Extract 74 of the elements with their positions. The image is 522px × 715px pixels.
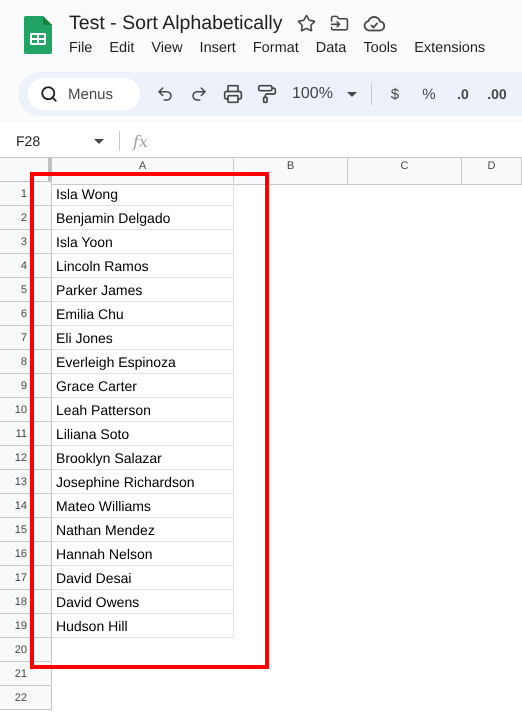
table-cell: Mateo Williams — [52, 494, 234, 518]
redo-icon — [190, 85, 208, 103]
menu-search-field[interactable]: Menus — [28, 78, 140, 110]
menu-item[interactable]: Extensions — [414, 40, 502, 56]
row-header[interactable]: 2 — [0, 206, 52, 230]
menu-item[interactable]: Data — [316, 40, 364, 56]
star-icon[interactable] — [296, 14, 316, 33]
increase-decimals-button[interactable]: .00 — [480, 78, 514, 110]
menu-item[interactable]: Insert — [200, 40, 253, 56]
column-header[interactable]: C — [348, 158, 462, 185]
caret-icon — [346, 92, 357, 96]
row-header[interactable]: 19 — [0, 614, 52, 638]
table-cell: Brooklyn Salazar — [52, 446, 234, 470]
table-cell: Isla Wong — [52, 182, 234, 206]
sheets-logo-icon[interactable] — [24, 16, 52, 54]
table-cell: Emilia Chu — [52, 302, 234, 326]
table-cell: Nathan Mendez — [52, 518, 234, 542]
row-header[interactable]: 17 — [0, 566, 52, 590]
table-cell: Parker James — [52, 278, 234, 302]
column-header[interactable]: B — [234, 158, 348, 185]
table-cell: David Owens — [52, 590, 234, 614]
row-header[interactable]: 12 — [0, 446, 52, 470]
row-header[interactable]: 16 — [0, 542, 52, 566]
row-header[interactable]: 11 — [0, 422, 52, 446]
row-header[interactable]: 8 — [0, 350, 52, 374]
menu-item[interactable]: View — [151, 40, 200, 56]
zoom-dropdown[interactable]: 100% — [284, 78, 365, 110]
menu-item[interactable]: Format — [252, 40, 316, 56]
paint-roller-icon — [257, 84, 277, 104]
table-cell: Benjamin Delgado — [52, 206, 234, 230]
menu-item[interactable]: Edit — [109, 40, 152, 56]
document-title[interactable]: Test - Sort Alphabetically — [69, 12, 283, 35]
row-header[interactable]: 13 — [0, 470, 52, 494]
undo-icon — [156, 85, 174, 103]
folder-icon[interactable] — [330, 14, 349, 33]
row-header[interactable]: 15 — [0, 518, 52, 542]
row-header[interactable]: 1 — [0, 182, 52, 206]
row-header[interactable]: 7 — [0, 326, 52, 350]
cell-reference: F28 — [16, 133, 40, 149]
table-cell: Josephine Richardson — [52, 470, 234, 494]
menu-item[interactable]: Tools — [363, 40, 414, 56]
table-cell: Hannah Nelson — [52, 542, 234, 566]
row-header[interactable]: 9 — [0, 374, 52, 398]
search-icon — [40, 85, 58, 103]
row-header[interactable]: 22 — [0, 686, 52, 710]
table-cell: Hudson Hill — [52, 614, 234, 638]
table-cell: Eli Jones — [52, 326, 234, 350]
table-cell: Lincoln Ramos — [52, 254, 234, 278]
formula-label: fx — [133, 132, 148, 150]
percent-button[interactable]: % — [412, 78, 446, 110]
row-header[interactable]: 3 — [0, 230, 52, 254]
row-header[interactable]: 10 — [0, 398, 52, 422]
table-cell: Grace Carter — [52, 374, 234, 398]
printer-icon — [223, 84, 243, 104]
column-header[interactable]: D — [462, 158, 522, 185]
table-cell: Everleigh Espinoza — [52, 350, 234, 374]
row-header[interactable]: 20 — [0, 638, 52, 662]
currency-button[interactable]: $ — [378, 78, 412, 110]
row-header[interactable]: 14 — [0, 494, 52, 518]
name-box[interactable]: F28 — [0, 133, 104, 149]
table-cell: Leah Patterson — [52, 398, 234, 422]
search-placeholder: Menus — [68, 86, 114, 102]
caret-icon — [94, 138, 104, 144]
row-header[interactable]: 5 — [0, 278, 52, 302]
table-cell: David Desai — [52, 566, 234, 590]
table-cell: Liliana Soto — [52, 422, 234, 446]
cloud-check-icon[interactable] — [362, 15, 385, 32]
decrease-decimals-button[interactable]: .0 — [446, 78, 480, 110]
row-header[interactable]: 6 — [0, 302, 52, 326]
row-header[interactable]: 4 — [0, 254, 52, 278]
table-cell: Isla Yoon — [52, 230, 234, 254]
row-header[interactable]: 21 — [0, 662, 52, 686]
row-header[interactable]: 18 — [0, 590, 52, 614]
menu-item[interactable]: File — [69, 40, 110, 56]
